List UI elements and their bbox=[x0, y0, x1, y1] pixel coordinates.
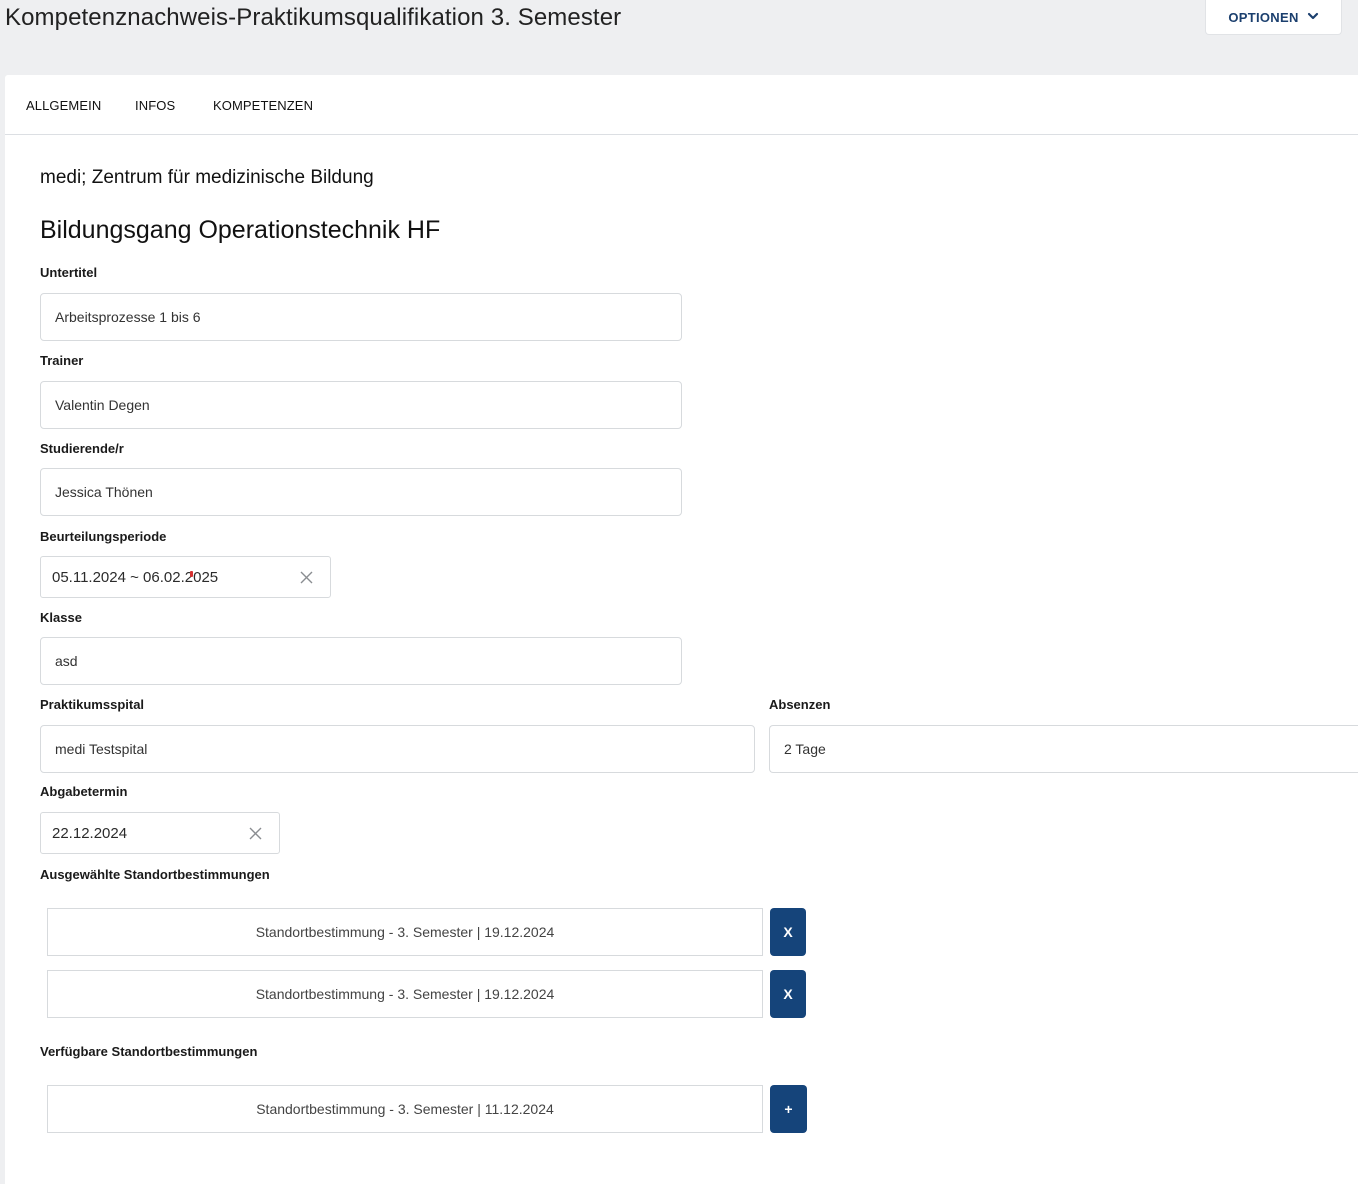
institution-name: medi; Zentrum für medizinische Bildung bbox=[40, 167, 374, 188]
clear-icon[interactable] bbox=[300, 571, 313, 584]
remove-button[interactable]: X bbox=[770, 908, 806, 956]
selected-label: Ausgewählte Standortbestimmungen bbox=[40, 867, 270, 882]
beurteilungsperiode-range-picker[interactable]: 05.11.2024 ~ 06.02.2025 bbox=[40, 556, 331, 598]
absenzen-input[interactable]: 2 Tage bbox=[769, 725, 1358, 773]
options-button[interactable]: OPTIONEN bbox=[1205, 0, 1342, 35]
studierende-input[interactable]: Jessica Thönen bbox=[40, 468, 682, 516]
beurteilungsperiode-value: 05.11.2024 ~ 06.02.2025 bbox=[52, 568, 219, 586]
trainer-input[interactable]: Valentin Degen bbox=[40, 381, 682, 429]
klasse-label: Klasse bbox=[40, 610, 82, 625]
available-item: Standortbestimmung - 3. Semester | 11.12… bbox=[47, 1085, 763, 1133]
selected-item: Standortbestimmung - 3. Semester | 19.12… bbox=[47, 970, 763, 1018]
beurteilungsperiode-label: Beurteilungsperiode bbox=[40, 529, 167, 544]
chevron-down-icon bbox=[1307, 10, 1319, 25]
page-title: Kompetenznachweis-Praktikumsqualifikatio… bbox=[5, 4, 622, 31]
abgabetermin-label: Abgabetermin bbox=[40, 784, 128, 799]
praktikumsspital-label: Praktikumsspital bbox=[40, 697, 145, 712]
untertitel-input[interactable]: Arbeitsprozesse 1 bis 6 bbox=[40, 293, 682, 341]
trainer-label: Trainer bbox=[40, 353, 84, 368]
absenzen-label: Absenzen bbox=[769, 697, 831, 712]
tab-allgemein[interactable]: ALLGEMEIN bbox=[26, 98, 101, 113]
tab-infos[interactable]: INFOS bbox=[135, 98, 175, 113]
program-title: Bildungsgang Operationstechnik HF bbox=[40, 216, 441, 244]
add-button[interactable]: + bbox=[770, 1085, 807, 1133]
tab-kompetenzen[interactable]: KOMPETENZEN bbox=[213, 98, 313, 113]
options-label: OPTIONEN bbox=[1228, 9, 1299, 25]
untertitel-label: Untertitel bbox=[40, 265, 98, 280]
available-label: Verfügbare Standortbestimmungen bbox=[40, 1044, 258, 1059]
klasse-input[interactable]: asd bbox=[40, 637, 682, 685]
studierende-label: Studierende/r bbox=[40, 441, 124, 456]
text-cursor-marker bbox=[190, 571, 193, 577]
remove-button[interactable]: X bbox=[770, 970, 806, 1018]
tab-bar: ALLGEMEIN INFOS KOMPETENZEN bbox=[5, 75, 1358, 135]
selected-item: Standortbestimmung - 3. Semester | 19.12… bbox=[47, 908, 763, 956]
praktikumsspital-input[interactable]: medi Testspital bbox=[40, 725, 755, 773]
abgabetermin-date-picker[interactable]: 22.12.2024 bbox=[40, 812, 280, 854]
abgabetermin-value: 22.12.2024 bbox=[52, 824, 128, 842]
main-card: ALLGEMEIN INFOS KOMPETENZEN medi; Zentru… bbox=[5, 75, 1358, 1184]
clear-icon[interactable] bbox=[249, 827, 262, 840]
